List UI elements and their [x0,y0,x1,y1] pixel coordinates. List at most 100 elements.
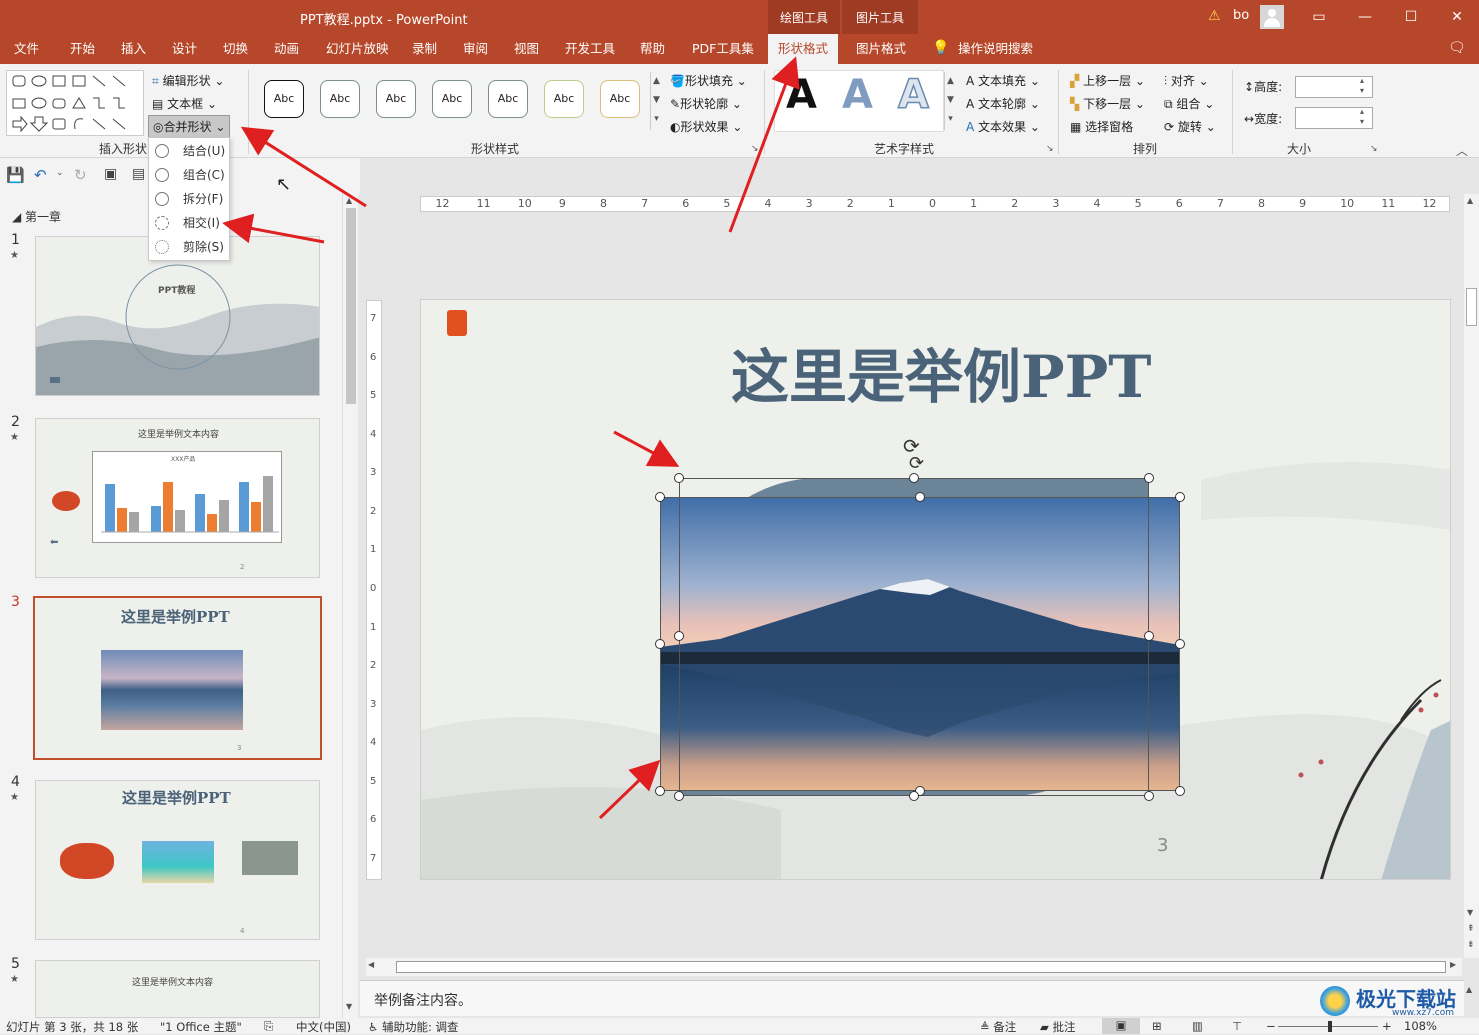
resize-handle[interactable] [655,639,665,649]
resize-handle[interactable] [909,791,919,801]
tab-developer[interactable]: 开发工具 [565,34,615,64]
save-icon[interactable]: 💾 [6,166,25,184]
dialog-launcher-icon[interactable]: ↘ [1046,144,1054,154]
slide-scrollbar[interactable]: ▲ ▼ ⇞ ⇟ [1464,194,1479,958]
resize-handle[interactable] [674,473,684,483]
language-indicator[interactable]: 中文(中国) [296,1019,351,1035]
scroll-up-icon[interactable]: ▲ [346,196,352,205]
tell-me-search[interactable]: 操作说明搜索 [958,34,1033,64]
thumbnail-scrollbar[interactable]: ▲ ▼ [342,194,358,1018]
slide-sorter-icon[interactable]: ⊞ [1152,1019,1162,1033]
resize-handle[interactable] [655,786,665,796]
wordart-sample-2[interactable]: A [842,72,873,118]
collapse-ribbon-icon[interactable]: ︿ [1456,142,1468,159]
horizontal-scrollbar[interactable]: ◀ ▶ [366,958,1462,976]
height-spinner[interactable]: ▴ ▾ [1360,76,1364,96]
shape-style-4[interactable]: Abc [432,80,472,118]
tab-animations[interactable]: 动画 [274,34,299,64]
send-backward-button[interactable]: ▚ 下移一层 ⌄ [1070,95,1145,112]
wordart-scroll[interactable]: ▲ ▼ ▾ [944,72,956,130]
tab-shape-format[interactable]: 形状格式 [768,34,839,64]
tab-insert[interactable]: 插入 [121,34,146,64]
tab-transitions[interactable]: 切换 [223,34,248,64]
shape-style-5[interactable]: Abc [488,80,528,118]
slide-title[interactable]: 这里是举例PPT [731,330,1151,414]
edit-shape-button[interactable]: ⌗ 编辑形状 ⌄ [152,72,224,89]
scroll-down-icon[interactable]: ▼ [346,1002,352,1011]
warning-icon[interactable]: ⚠ [1208,8,1221,24]
rotate-button[interactable]: ⟳ 旋转 ⌄ [1164,118,1216,135]
tab-help[interactable]: 帮助 [640,34,665,64]
text-box-qat-icon[interactable]: ▤ [132,166,145,182]
avatar[interactable] [1260,5,1284,29]
scroll-right-icon[interactable]: ▶ [1450,960,1456,969]
shape-style-3[interactable]: Abc [376,80,416,118]
resize-handle[interactable] [674,631,684,641]
shape-style-scroll[interactable]: ▲ ▼ ▾ [650,72,662,130]
slide-thumbnail-4[interactable]: 这里是举例PPT 4 [35,780,320,940]
ribbon-display-options-icon[interactable]: ▭ [1296,0,1342,34]
zoom-slider-thumb[interactable] [1328,1021,1332,1032]
resize-handle[interactable] [1144,791,1154,801]
redo-icon[interactable]: ↻ [74,166,87,184]
wordart-sample-1[interactable]: A [786,72,817,118]
text-effects-button[interactable]: A 文本效果 ⌄ [966,118,1040,135]
merge-fragment-item[interactable]: 拆分(F) [149,187,229,211]
scroll-thumb[interactable] [1466,288,1477,326]
notes-pane[interactable]: 举例备注内容。 ▲ [360,980,1472,1016]
tab-design[interactable]: 设计 [172,34,197,64]
slideshow-icon[interactable]: ⊤ [1232,1019,1242,1033]
tab-slideshow[interactable]: 幻灯片放映 [326,34,389,64]
shape-fill-button[interactable]: 🪣形状填充 ⌄ [670,72,747,89]
tab-review[interactable]: 审阅 [463,34,488,64]
zoom-out-icon[interactable]: − [1266,1019,1276,1033]
current-slide[interactable]: 这里是举例PPT ⟳ ⟳ 3 [420,299,1451,880]
notes-text[interactable]: 举例备注内容。 [374,990,472,1010]
shape-style-2[interactable]: Abc [320,80,360,118]
notes-toggle-button[interactable]: ≜ 备注 [980,1019,1016,1035]
dialog-launcher-icon[interactable]: ↘ [751,144,759,154]
tab-home[interactable]: 开始 [70,34,95,64]
text-fill-button[interactable]: A 文本填充 ⌄ [966,72,1040,89]
merge-shapes-button[interactable]: ◎合并形状 ⌄ [148,115,231,138]
resize-handle[interactable] [674,791,684,801]
tab-picture-format[interactable]: 图片格式 [856,34,906,64]
accessibility-status[interactable]: ♿ 辅助功能: 调查 [368,1019,459,1035]
section-header[interactable]: ◢ 第一章 [12,208,61,225]
undo-dropdown-icon[interactable]: ⌄ [56,168,64,178]
shape-style-6[interactable]: Abc [544,80,584,118]
reading-view-icon[interactable]: ▥ [1192,1019,1203,1033]
from-beginning-icon[interactable]: ▣ [104,166,117,182]
shapes-gallery[interactable] [6,70,144,136]
undo-icon[interactable]: ↶ [34,166,47,184]
width-spinner[interactable]: ▴ ▾ [1360,107,1364,127]
slide-thumbnail-5[interactable]: 这里是举例文本内容 [35,960,320,1018]
resize-handle[interactable] [1175,639,1185,649]
group-button[interactable]: ⧉ 组合 ⌄ [1164,95,1214,112]
previous-slide-icon[interactable]: ⇞ [1467,924,1475,934]
merge-intersect-item[interactable]: 相交(I) [149,211,229,235]
scroll-thumb[interactable] [346,208,356,404]
tab-record[interactable]: 录制 [412,34,437,64]
shape-effects-button[interactable]: ◐形状效果 ⌄ [670,118,742,135]
close-icon[interactable]: ✕ [1434,0,1479,34]
tab-view[interactable]: 视图 [514,34,539,64]
resize-handle[interactable] [1175,492,1185,502]
wordart-sample-3[interactable]: A [897,71,929,119]
scroll-left-icon[interactable]: ◀ [368,960,374,969]
merge-subtract-item[interactable]: 剪除(S) [149,235,229,259]
shape-style-1[interactable]: Abc [264,80,304,118]
normal-view-icon[interactable]: ▣ [1102,1018,1140,1034]
shape-outline-button[interactable]: ✎形状轮廓 ⌄ [670,95,742,112]
slide-thumbnail-2[interactable]: 这里是举例文本内容 XXX产品 ⬅ 2 [35,418,320,578]
comments-icon[interactable]: 🗨 [1448,40,1466,56]
align-button[interactable]: ⫶ 对齐 ⌄ [1164,72,1209,89]
scroll-thumb[interactable] [396,961,1446,973]
minimize-icon[interactable]: — [1342,0,1388,34]
shape-style-7[interactable]: Abc [600,80,640,118]
text-box-button[interactable]: ▤ 文本框 ⌄ [152,95,217,112]
selection-pane-button[interactable]: ▦ 选择窗格 [1070,118,1133,135]
resize-handle[interactable] [1144,631,1154,641]
merge-union-item[interactable]: 结合(U) [149,139,229,163]
comments-toggle-button[interactable]: ▰ 批注 [1040,1019,1076,1035]
